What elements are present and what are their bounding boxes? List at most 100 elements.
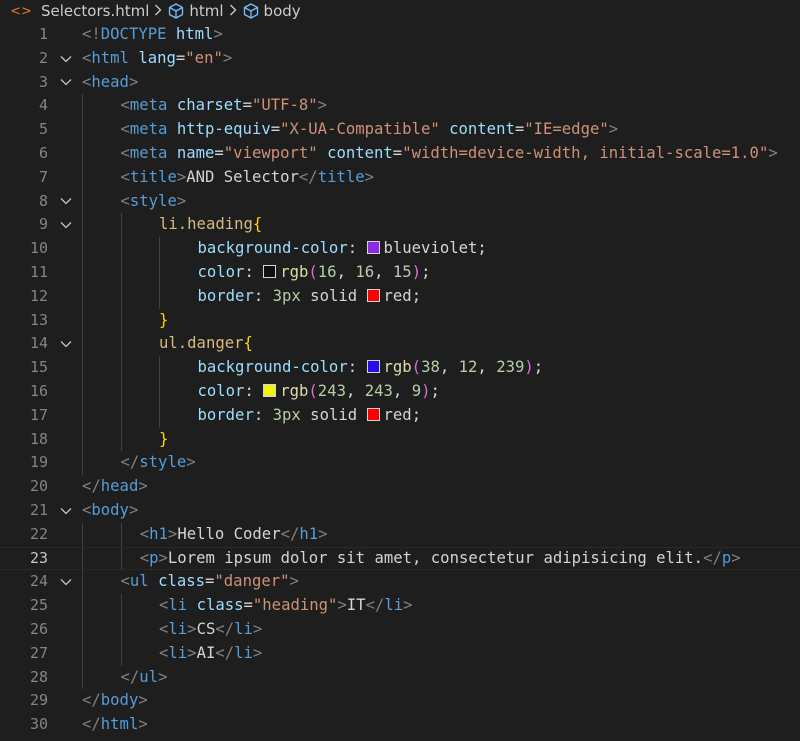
- chevron-down-icon[interactable]: [58, 71, 74, 95]
- line-number: 6: [38, 144, 48, 162]
- code-token: li: [384, 596, 404, 615]
- code-token: 12: [458, 358, 478, 377]
- code-line[interactable]: 13}: [0, 308, 800, 333]
- color-swatch[interactable]: [366, 288, 380, 302]
- code-editor[interactable]: 1 <!DOCTYPE html> 2 <html lang="en"> 3 <head>…: [0, 23, 800, 741]
- indent-guide: [82, 189, 83, 214]
- code-token: style: [129, 191, 177, 210]
- code-line[interactable]: 6 <meta name="viewport" content="width=de…: [0, 142, 800, 166]
- code-token: border: [197, 286, 254, 305]
- code-text: border: 3px solid red;: [198, 404, 422, 428]
- code-text: <li>CS</li>: [159, 618, 262, 642]
- code-token: lang: [138, 48, 176, 67]
- code-token: class: [158, 572, 206, 591]
- color-swatch[interactable]: [366, 407, 380, 421]
- code-token: DOCTYPE: [100, 25, 167, 43]
- code-line[interactable]: 11 color: rgb(16, 16, 15);: [0, 261, 800, 285]
- line-number: 23: [29, 548, 48, 567]
- code-line[interactable]: 3 <head>: [0, 71, 800, 95]
- code-token: rgb: [280, 382, 309, 400]
- line-number: 9: [38, 215, 48, 234]
- code-line[interactable]: 28 </ul>: [0, 665, 800, 690]
- indent-guide: [120, 332, 122, 357]
- indent-guide: [82, 332, 83, 357]
- code-token: <: [82, 72, 92, 91]
- indent-guide: [120, 403, 122, 428]
- code-token: >: [252, 620, 263, 638]
- code-text: <meta http-equiv="X-UA-Compatible" conte…: [121, 118, 619, 142]
- chevron-down-icon[interactable]: [58, 570, 74, 594]
- code-text: color: rgb(16, 16, 15);: [198, 261, 431, 285]
- code-token: html: [100, 715, 139, 734]
- code-token: CS: [196, 620, 216, 638]
- code-token: </: [82, 477, 101, 496]
- code-line[interactable]: 20 </head>: [0, 475, 800, 499]
- code-line[interactable]: 21 <body>: [0, 499, 800, 523]
- code-line[interactable]: 25 <li class="heading">IT</li>: [0, 594, 800, 618]
- code-line[interactable]: 22 <h1>Hello Coder</h1>: [0, 522, 800, 547]
- code-line[interactable]: 10 background-color: blueviolet;: [0, 237, 800, 261]
- code-line[interactable]: 23 <p>Lorem ipsum dolor sit amet, consect…: [0, 546, 800, 571]
- code-token: solid: [300, 286, 367, 305]
- line-number: 24: [29, 572, 48, 591]
- code-line[interactable]: 7 <title>AND Selector</title>: [0, 165, 800, 190]
- breadcrumb-body[interactable]: body: [242, 2, 301, 20]
- code-token: {: [243, 334, 253, 353]
- breadcrumb-html[interactable]: html: [167, 2, 224, 20]
- code-line[interactable]: 1 <!DOCTYPE html>: [0, 23, 800, 47]
- code-line[interactable]: 26 <li>CS</li>: [0, 618, 800, 642]
- code-token: ul: [129, 572, 149, 591]
- code-line[interactable]: 18}: [0, 427, 800, 452]
- code-token: {: [252, 215, 263, 234]
- indent-guide: [82, 118, 83, 142]
- color-swatch[interactable]: [366, 241, 380, 255]
- code-line[interactable]: 2 <html lang="en">: [0, 47, 800, 71]
- chevron-down-icon[interactable]: [58, 213, 74, 237]
- code-token: ul.danger: [159, 334, 244, 353]
- code-token: :: [244, 263, 264, 281]
- code-token: ): [524, 358, 534, 377]
- code-token: =: [175, 48, 186, 67]
- code-line[interactable]: 12 border: 3px solid red;: [0, 284, 800, 309]
- code-line[interactable]: 19 </style>: [0, 451, 800, 476]
- code-line[interactable]: 15 background-color: rgb(38, 12, 239);: [0, 356, 800, 380]
- line-number: 16: [29, 382, 48, 400]
- code-line[interactable]: 27 <li>AI</li>: [0, 641, 800, 666]
- code-token: "width=device-width, initial-scale=1.0": [402, 144, 769, 162]
- indent-guide: [120, 618, 122, 642]
- code-token: >: [158, 548, 168, 567]
- indent-guide: [120, 427, 122, 452]
- code-line[interactable]: 24 <ul class="danger">: [0, 570, 800, 595]
- code-line[interactable]: 8 <style>: [0, 189, 800, 214]
- color-swatch[interactable]: [263, 265, 277, 278]
- code-token: 243: [364, 382, 393, 400]
- line-number: 20: [29, 477, 48, 496]
- breadcrumb-file[interactable]: Selectors.html: [41, 2, 149, 20]
- code-line[interactable]: 29 </body>: [0, 689, 800, 713]
- chevron-down-icon[interactable]: [58, 499, 74, 523]
- code-token: <: [120, 572, 130, 591]
- code-line[interactable]: 4 <meta charset="UTF-8">: [0, 94, 800, 119]
- code-line[interactable]: 16 color: rgb(243, 243, 9);: [0, 380, 800, 404]
- chevron-down-icon[interactable]: [58, 332, 74, 356]
- code-line[interactable]: 9 li.heading{: [0, 213, 800, 238]
- color-swatch[interactable]: [366, 360, 380, 374]
- code-line[interactable]: 30 </html>: [0, 713, 800, 737]
- chevron-down-icon[interactable]: [58, 47, 74, 71]
- code-token: title: [317, 167, 365, 186]
- code-line[interactable]: 17 border: 3px solid red;: [0, 403, 800, 428]
- code-token: title: [129, 167, 177, 186]
- chevron-down-icon[interactable]: [58, 190, 74, 214]
- code-token: =: [205, 572, 215, 591]
- code-token: li.heading: [159, 215, 253, 234]
- code-token: rgb: [280, 263, 309, 281]
- line-number: 19: [29, 453, 48, 472]
- indent-guide: [82, 308, 83, 333]
- breadcrumb: <> Selectors.html html body: [0, 0, 800, 22]
- color-swatch[interactable]: [263, 384, 277, 397]
- code-line[interactable]: 14 ul.danger{: [0, 332, 800, 357]
- code-token: ,: [439, 358, 459, 377]
- code-line[interactable]: 5 <meta http-equiv="X-UA-Compatible" cont…: [0, 118, 800, 142]
- code-token: content: [327, 144, 393, 162]
